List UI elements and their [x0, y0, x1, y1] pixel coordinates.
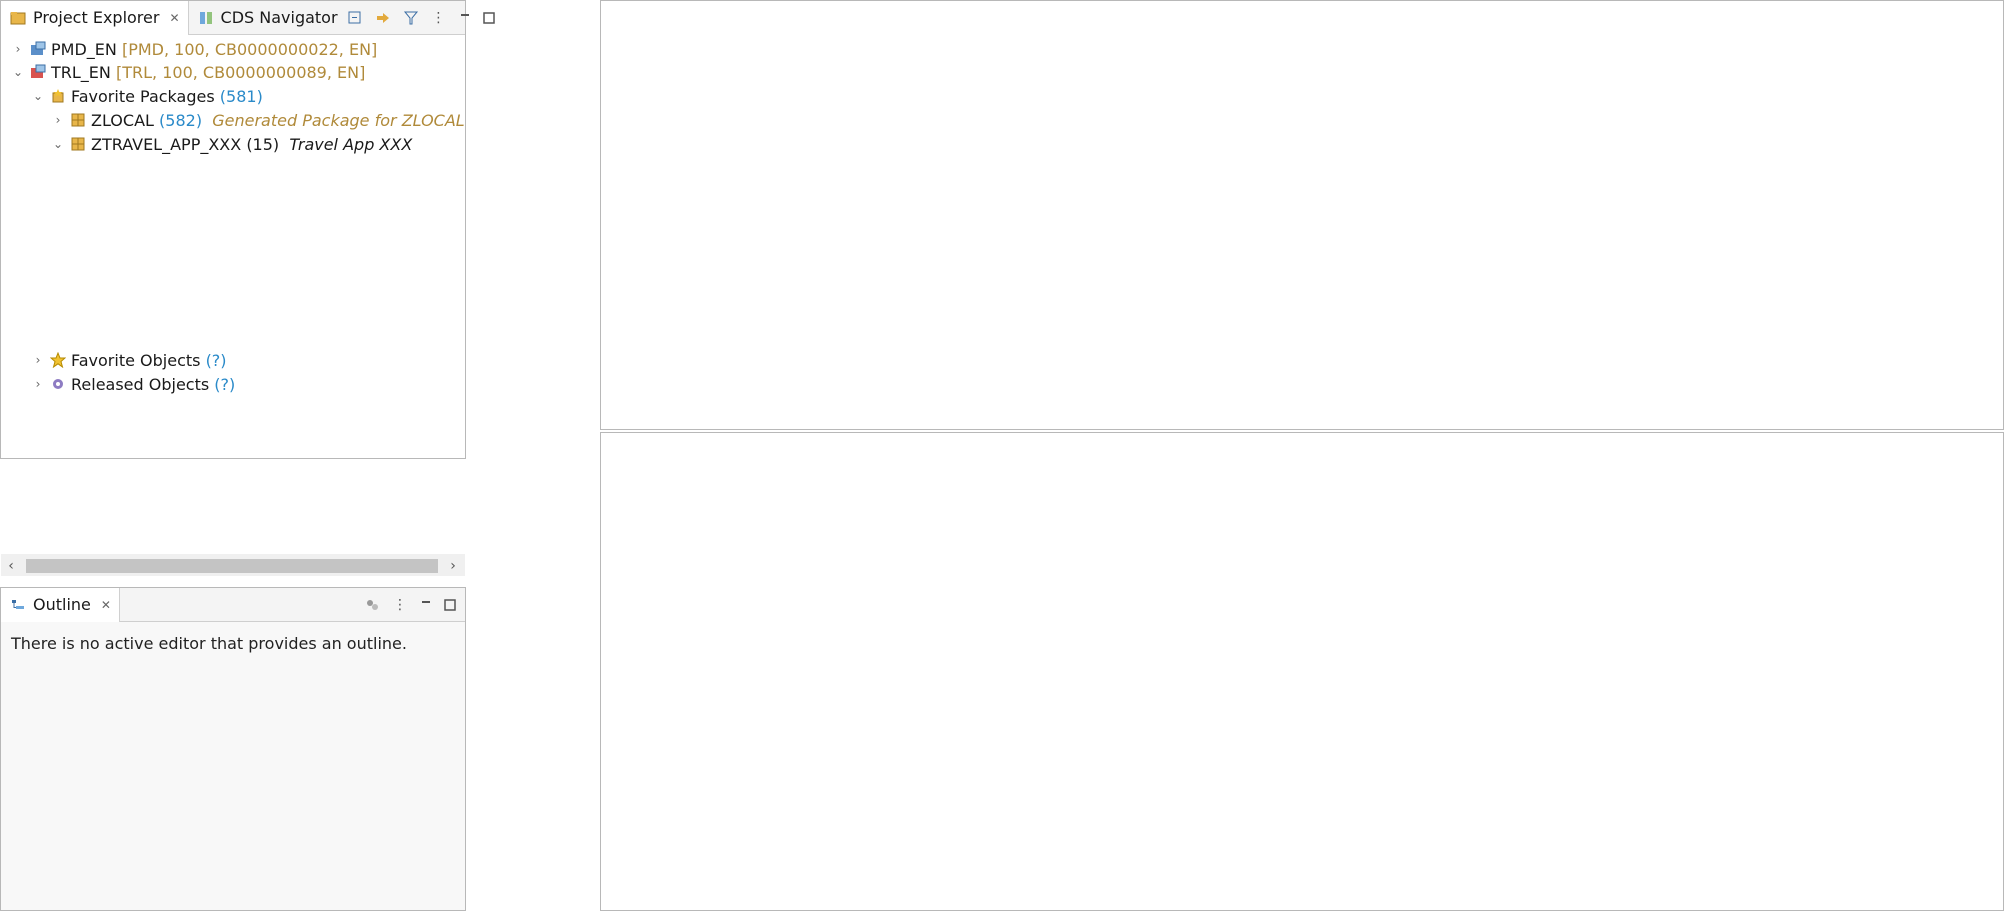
cds-navigator-icon [197, 9, 215, 27]
tab-cds-navigator[interactable]: CDS Navigator [189, 1, 346, 35]
tree-item-count: (581) [219, 86, 263, 106]
outline-tabbar: Outline ✕ ⋮ [1, 587, 465, 622]
abap-project-icon [29, 63, 47, 81]
close-icon[interactable]: ✕ [169, 11, 179, 25]
tree-item-count: (?) [214, 374, 236, 394]
tree-item-label: Favorite Objects [71, 350, 201, 370]
favorite-packages-icon [49, 87, 67, 105]
tab-outline-label: Outline [33, 595, 91, 614]
minimize-icon[interactable] [417, 596, 435, 614]
close-icon[interactable]: ✕ [101, 598, 111, 612]
view-menu-icon[interactable]: ⋮ [430, 9, 448, 27]
project-tree: › PMD_EN [PMD, 100, CB0000000022, EN] ⌄ … [1, 35, 465, 415]
tab-project-explorer-label: Project Explorer [33, 8, 160, 27]
chevron-down-icon[interactable]: ⌄ [11, 65, 25, 79]
outline-empty-message: There is no active editor that provides … [11, 634, 407, 653]
package-icon [69, 135, 87, 153]
chevron-right-icon[interactable]: › [11, 42, 25, 56]
tree-item-favorite-objects[interactable]: › Favorite Objects (?) [1, 348, 227, 372]
chevron-down-icon[interactable]: ⌄ [31, 89, 45, 103]
outline-panel: Outline ✕ ⋮ There is no active editor th… [0, 587, 466, 911]
tree-item-zlocal[interactable]: › ZLOCAL (582) Generated Package for ZLO… [1, 108, 465, 132]
tree-item-count: (?) [205, 350, 227, 370]
gear-icon [49, 375, 67, 393]
project-explorer-panel: Project Explorer ✕ CDS Navigator ⋮ › PMD… [0, 0, 495, 576]
star-icon [49, 351, 67, 369]
tree-item-label: Favorite Packages [71, 86, 215, 106]
tree-item-description: Generated Package for ZLOCAL [212, 110, 465, 130]
tree-item-pmd-name: PMD_EN [51, 39, 117, 59]
chevron-right-icon[interactable]: › [31, 353, 45, 367]
tree-item-count: (15) [246, 134, 280, 154]
tree-item-count: (582) [159, 110, 203, 130]
package-editor [600, 0, 2004, 430]
maximize-icon[interactable] [441, 596, 459, 614]
outline-icon [9, 596, 27, 614]
tree-item-description: Travel App XXX [289, 134, 413, 154]
collapse-all-icon[interactable] [346, 9, 364, 27]
tree-item-pmd-en[interactable]: › PMD_EN [PMD, 100, CB0000000022, EN] [1, 37, 378, 61]
scroll-right-icon[interactable]: › [444, 558, 462, 574]
link-with-editor-icon[interactable] [374, 9, 392, 27]
minimize-icon[interactable] [456, 9, 474, 27]
tree-item-trl-en[interactable]: ⌄ TRL_EN [TRL, 100, CB0000000089, EN] [1, 60, 365, 84]
maximize-icon[interactable] [480, 9, 498, 27]
tab-outline[interactable]: Outline ✕ [1, 587, 120, 622]
abap-project-icon [29, 40, 47, 58]
filter-icon[interactable] [402, 9, 420, 27]
tree-item-trl-name: TRL_EN [51, 62, 111, 82]
explorer-horizontal-scrollbar-real[interactable]: ‹ › [2, 557, 462, 575]
tab-project-explorer[interactable]: Project Explorer ✕ [1, 0, 189, 35]
tree-item-trl-meta: [TRL, 100, CB0000000089, EN] [115, 62, 366, 82]
tree-item-ztravel[interactable]: ⌄ ZTRAVEL_APP_XXX (15) Travel App XXX [1, 132, 412, 156]
chevron-right-icon[interactable]: › [51, 113, 65, 127]
views-panel [600, 432, 2004, 911]
tree-item-favorite-packages[interactable]: ⌄ Favorite Packages (581) [1, 84, 263, 108]
scroll-left-icon[interactable]: ‹ [2, 558, 20, 574]
tab-cds-navigator-label: CDS Navigator [220, 8, 338, 27]
view-menu-icon[interactable]: ⋮ [391, 596, 409, 614]
scroll-thumb[interactable] [26, 559, 438, 573]
project-explorer-icon [9, 9, 27, 27]
outline-action-icon[interactable] [363, 596, 381, 614]
chevron-right-icon[interactable]: › [31, 377, 45, 391]
chevron-down-icon[interactable]: ⌄ [51, 137, 65, 151]
tree-item-label: ZLOCAL [91, 110, 154, 130]
tree-item-label: Released Objects [71, 374, 210, 394]
tree-item-pmd-meta: [PMD, 100, CB0000000022, EN] [121, 39, 378, 59]
project-explorer-tabbar: Project Explorer ✕ CDS Navigator ⋮ [1, 0, 495, 35]
tree-item-released-objects[interactable]: › Released Objects (?) [1, 372, 236, 396]
package-icon [69, 111, 87, 129]
tree-item-label: ZTRAVEL_APP_XXX [91, 134, 242, 154]
